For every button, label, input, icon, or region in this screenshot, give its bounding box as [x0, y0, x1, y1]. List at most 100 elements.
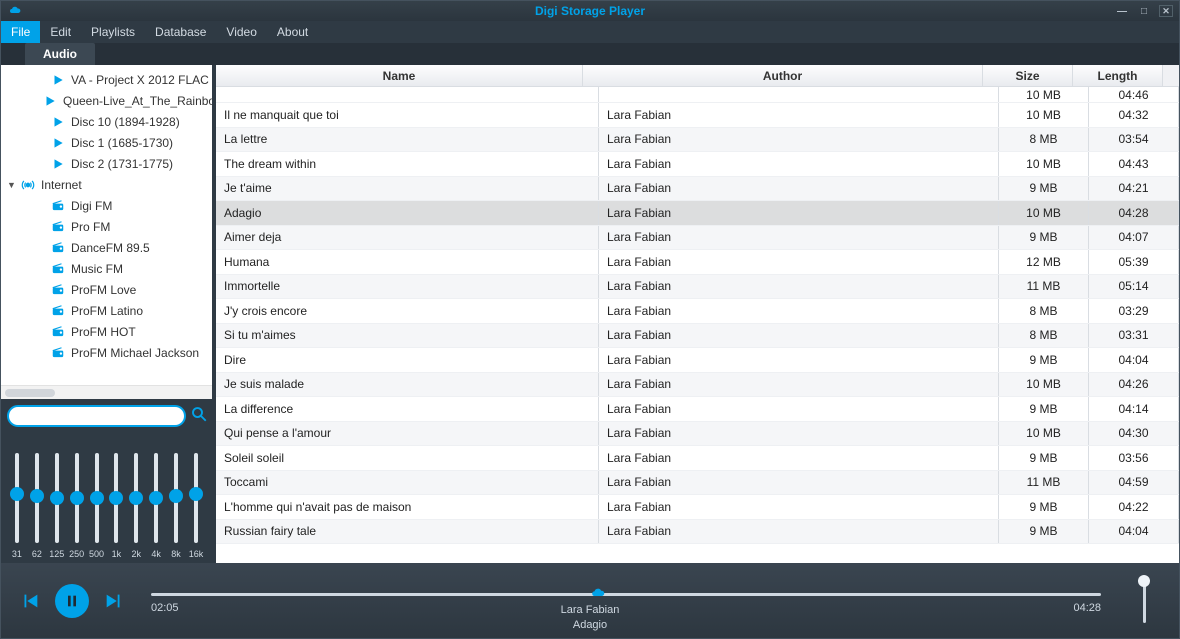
eq-knob[interactable] [30, 489, 44, 503]
tree-item[interactable]: Disc 10 (1894-1928) [1, 111, 212, 132]
column-header-size[interactable]: Size [983, 65, 1073, 86]
library-tree[interactable]: VA - Project X 2012 FLACQueen-Live_At_Th… [1, 65, 212, 385]
tree-item[interactable]: ▼Internet [1, 174, 212, 195]
tree-item[interactable]: VA - Project X 2012 FLAC [1, 69, 212, 90]
column-header-author[interactable]: Author [583, 65, 983, 86]
table-body[interactable]: 10 MB04:46Il ne manquait que toiLara Fab… [216, 87, 1179, 563]
table-row[interactable]: Je suis maladeLara Fabian10 MB04:26 [216, 373, 1179, 398]
next-track-button[interactable] [103, 590, 125, 612]
sidebar-search [1, 399, 212, 433]
eq-knob[interactable] [169, 489, 183, 503]
eq-knob[interactable] [90, 491, 104, 505]
cell-name: Adagio [216, 201, 599, 225]
column-header-name[interactable]: Name [216, 65, 583, 86]
menu-item-about[interactable]: About [267, 21, 318, 43]
eq-knob[interactable] [189, 487, 203, 501]
table-row[interactable]: The dream withinLara Fabian10 MB04:43 [216, 152, 1179, 177]
eq-band-label: 125 [49, 549, 64, 559]
cell-author: Lara Fabian [599, 250, 999, 274]
table-row[interactable]: J'y crois encoreLara Fabian8 MB03:29 [216, 299, 1179, 324]
cell-length: 03:31 [1089, 324, 1179, 348]
tree-item[interactable]: Digi FM [1, 195, 212, 216]
volume-knob[interactable] [1138, 575, 1150, 587]
now-playing-artist: Lara Fabian [561, 603, 620, 617]
cell-size: 11 MB [999, 275, 1089, 299]
menu-item-file[interactable]: File [1, 21, 40, 43]
eq-band[interactable]: 1k [107, 453, 125, 559]
tree-item-label: ProFM Latino [71, 304, 143, 318]
table-row[interactable]: La lettreLara Fabian8 MB03:54 [216, 128, 1179, 153]
eq-band[interactable]: 16k [187, 453, 205, 559]
eq-knob[interactable] [129, 491, 143, 505]
progress-slider[interactable]: 02:05 04:28 [151, 587, 1101, 614]
eq-knob[interactable] [70, 491, 84, 505]
pause-button[interactable] [55, 584, 89, 618]
table-row[interactable]: Il ne manquait que toiLara Fabian10 MB04… [216, 103, 1179, 128]
cell-name: Je suis malade [216, 373, 599, 397]
table-row[interactable]: ToccamiLara Fabian11 MB04:59 [216, 471, 1179, 496]
progress-cloud-icon[interactable] [588, 585, 608, 604]
table-row[interactable]: Je t'aimeLara Fabian9 MB04:21 [216, 177, 1179, 202]
table-row[interactable]: ImmortelleLara Fabian11 MB05:14 [216, 275, 1179, 300]
cell-author: Lara Fabian [599, 201, 999, 225]
window-close-button[interactable]: ✕ [1159, 5, 1173, 17]
tree-item[interactable]: ProFM HOT [1, 321, 212, 342]
table-row[interactable]: HumanaLara Fabian12 MB05:39 [216, 250, 1179, 275]
menu-item-database[interactable]: Database [145, 21, 216, 43]
radio-icon [51, 199, 65, 213]
table-row[interactable]: La differenceLara Fabian9 MB04:14 [216, 397, 1179, 422]
table-row[interactable]: 10 MB04:46 [216, 87, 1179, 103]
cell-author: Lara Fabian [599, 495, 999, 519]
cell-author: Lara Fabian [599, 324, 999, 348]
tree-item[interactable]: Music FM [1, 258, 212, 279]
expand-toggle-icon[interactable]: ▼ [7, 180, 15, 190]
tree-item[interactable]: Pro FM [1, 216, 212, 237]
eq-band[interactable]: 125 [48, 453, 66, 559]
table-row[interactable]: Si tu m'aimesLara Fabian8 MB03:31 [216, 324, 1179, 349]
window-minimize-button[interactable]: — [1115, 5, 1129, 17]
cell-length: 04:21 [1089, 177, 1179, 201]
tree-item[interactable]: Disc 2 (1731-1775) [1, 153, 212, 174]
previous-track-button[interactable] [19, 590, 41, 612]
eq-knob[interactable] [149, 491, 163, 505]
eq-band[interactable]: 62 [28, 453, 46, 559]
eq-band[interactable]: 500 [88, 453, 106, 559]
tree-item[interactable]: Disc 1 (1685-1730) [1, 132, 212, 153]
eq-band[interactable]: 8k [167, 453, 185, 559]
menu-item-edit[interactable]: Edit [40, 21, 81, 43]
menu-item-playlists[interactable]: Playlists [81, 21, 145, 43]
cell-author: Lara Fabian [599, 128, 999, 152]
eq-band[interactable]: 4k [147, 453, 165, 559]
table-row[interactable]: Soleil soleilLara Fabian9 MB03:56 [216, 446, 1179, 471]
eq-knob[interactable] [10, 487, 24, 501]
table-row[interactable]: Aimer dejaLara Fabian9 MB04:07 [216, 226, 1179, 251]
table-row[interactable]: AdagioLara Fabian10 MB04:28 [216, 201, 1179, 226]
table-row[interactable]: Russian fairy taleLara Fabian9 MB04:04 [216, 520, 1179, 545]
tree-item[interactable]: Queen-Live_At_The_Rainbow_74- [1, 90, 212, 111]
track-list: Name Author Size Length 10 MB04:46Il ne … [216, 65, 1179, 563]
tree-horizontal-scrollbar[interactable] [1, 385, 212, 399]
table-row[interactable]: L'homme qui n'avait pas de maisonLara Fa… [216, 495, 1179, 520]
eq-band[interactable]: 2k [127, 453, 145, 559]
eq-band-label: 62 [32, 549, 42, 559]
tab-audio[interactable]: Audio [25, 43, 95, 65]
search-input[interactable] [7, 405, 186, 427]
table-row[interactable]: Qui pense a l'amourLara Fabian10 MB04:30 [216, 422, 1179, 447]
window-maximize-button[interactable]: □ [1137, 5, 1151, 17]
column-header-length[interactable]: Length [1073, 65, 1163, 86]
tree-item[interactable]: ProFM Michael Jackson [1, 342, 212, 363]
scrollbar-thumb[interactable] [5, 389, 55, 397]
cell-size: 8 MB [999, 324, 1089, 348]
eq-band[interactable]: 250 [68, 453, 86, 559]
menu-item-video[interactable]: Video [216, 21, 266, 43]
eq-knob[interactable] [50, 491, 64, 505]
cell-length: 05:14 [1089, 275, 1179, 299]
eq-knob[interactable] [109, 491, 123, 505]
table-row[interactable]: DireLara Fabian9 MB04:04 [216, 348, 1179, 373]
tree-item[interactable]: DanceFM 89.5 [1, 237, 212, 258]
tree-item[interactable]: ProFM Love [1, 279, 212, 300]
volume-slider[interactable] [1127, 579, 1161, 623]
eq-band[interactable]: 31 [8, 453, 26, 559]
search-icon[interactable] [190, 405, 208, 428]
tree-item[interactable]: ProFM Latino [1, 300, 212, 321]
